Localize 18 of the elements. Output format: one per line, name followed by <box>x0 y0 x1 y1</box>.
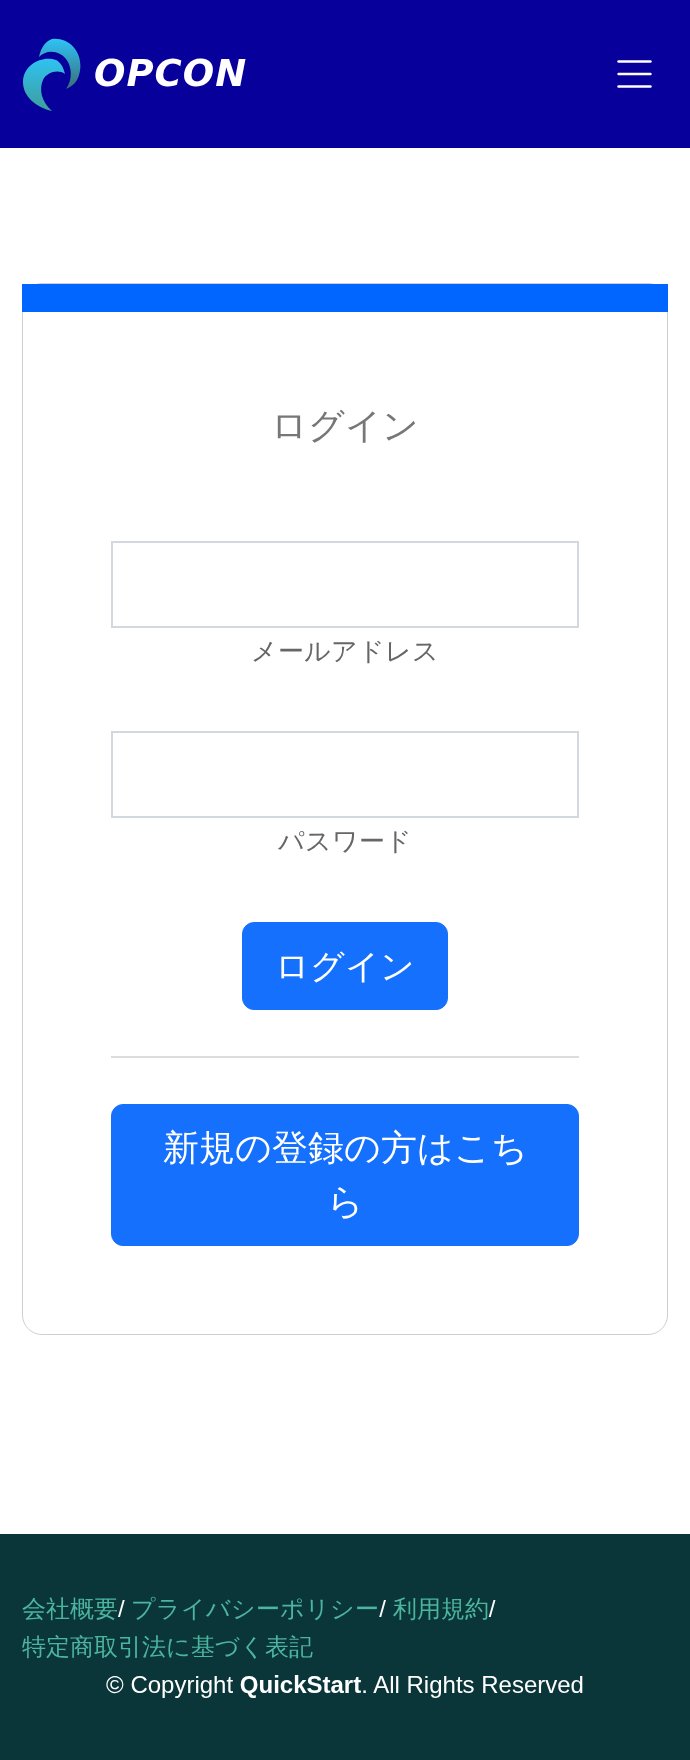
footer-link[interactable]: 特定商取引法に基づく表記 <box>22 1633 313 1660</box>
footer-link[interactable]: 利用規約 <box>392 1595 489 1622</box>
logo-text[interactable]: OPCON <box>94 54 248 94</box>
login-button[interactable]: ログイン <box>242 922 448 1010</box>
logo-icon[interactable] <box>22 37 82 111</box>
link-separator: / <box>118 1595 125 1622</box>
link-separator: / <box>488 1595 496 1622</box>
field-label: パスワード <box>277 826 413 857</box>
register-button[interactable]: 新規の登録の方はこちら <box>111 1104 579 1246</box>
footer-link[interactable]: 会社概要 <box>22 1595 118 1622</box>
login-title: ログイン <box>270 404 420 448</box>
input-field[interactable] <box>111 731 579 818</box>
field-label: メールアドレス <box>250 636 440 667</box>
copyright-text: © Copyright QuickStart. All Rights Reserved <box>105 1670 585 1700</box>
link-separator: / <box>379 1595 386 1622</box>
footer-link[interactable]: プライバシーポリシー <box>131 1595 380 1622</box>
input-field[interactable] <box>111 541 579 628</box>
menu-icon[interactable] <box>617 60 652 88</box>
